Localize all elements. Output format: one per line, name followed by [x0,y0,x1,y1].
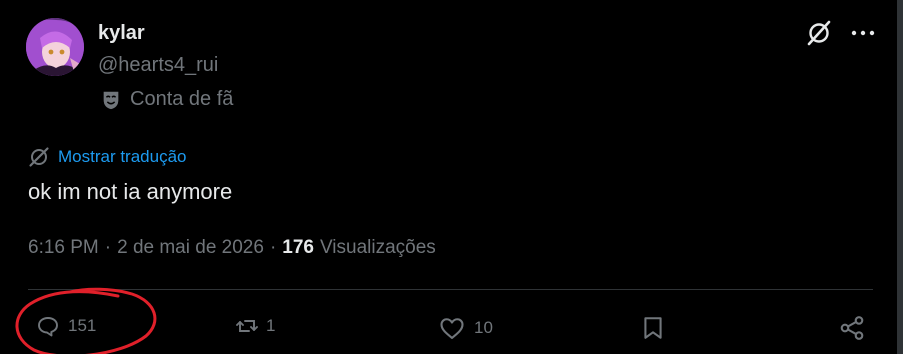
tweet-date[interactable]: 2 de mai de 2026 [117,237,264,259]
avatar[interactable] [26,18,84,76]
tweet-text: ok im not ia anymore [28,179,233,204]
tweet-detail: kylar @hearts4_rui Conta de fã Mostrar t… [0,0,903,354]
views-label: Visualizações [319,237,436,258]
retweet-count: 1 [266,316,276,335]
separator-dot: · [104,237,112,258]
red-annotation-circle [15,287,157,354]
grok-icon[interactable] [806,20,832,46]
theater-mask-icon [103,91,119,109]
heart-icon [440,318,464,339]
bookmark-icon [644,317,662,339]
views-count: 176 [282,237,314,258]
fan-account-badge: Conta de fã [100,88,233,111]
author-name[interactable]: kylar [98,22,145,45]
share-icon [840,316,864,340]
retweet-button[interactable]: 1 [230,314,275,338]
tweet-metadata: 6:16 PM · 2 de mai de 2026 · 176 Visuali… [28,237,436,259]
show-translation-link[interactable]: Mostrar tradução [28,146,187,168]
like-count: 10 [474,318,493,337]
reply-count: 151 [68,316,97,335]
translate-icon [29,147,49,167]
divider [28,289,873,290]
more-horizontal-icon[interactable] [848,22,878,44]
tweet-time[interactable]: 6:16 PM [28,237,99,259]
reply-icon [38,317,58,337]
reply-button[interactable]: 151 [36,314,96,338]
bookmark-button[interactable] [640,314,666,342]
share-button[interactable] [838,314,866,342]
badge-label: Conta de fã [130,88,234,110]
separator-dot: · [269,237,277,258]
panel-border [897,0,903,354]
retweet-icon [236,320,258,332]
author-handle[interactable]: @hearts4_rui [98,54,218,77]
like-button[interactable]: 10 [438,314,493,342]
show-translation-label[interactable]: Mostrar tradução [58,147,187,167]
